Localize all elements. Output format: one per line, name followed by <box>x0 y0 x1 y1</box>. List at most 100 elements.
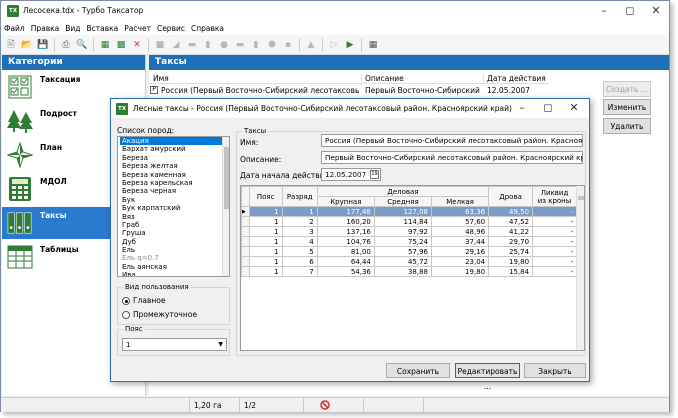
cell-rank[interactable]: 1 <box>281 206 318 217</box>
species-item[interactable]: Ель аянская <box>120 263 223 271</box>
cell-small[interactable]: 23,04 <box>430 256 490 267</box>
dialog-close-icon[interactable]: ✕ <box>561 99 587 117</box>
shape-rect-icon[interactable]: ▬ <box>185 38 199 52</box>
name-field[interactable]: Россия (Первый Восточно-Сибирский лесота… <box>321 134 583 147</box>
cell-belt[interactable]: 1 <box>248 246 283 257</box>
menu-file[interactable]: Файл <box>1 24 28 33</box>
scroll-thumb[interactable] <box>224 147 229 209</box>
species-item[interactable]: Береза карельская <box>120 179 223 187</box>
cell-small[interactable]: 29,16 <box>430 246 490 257</box>
cell-belt[interactable]: 1 <box>248 236 283 247</box>
cell-small[interactable]: 57,60 <box>430 216 490 227</box>
cell-fuel[interactable]: 41,22 <box>488 226 534 237</box>
cell-liquid[interactable]: - <box>532 236 577 247</box>
close-icon[interactable]: ✕ <box>643 2 669 20</box>
header-belt[interactable]: Пояс <box>248 186 283 207</box>
table-row[interactable]: 1 5 81,00 57,96 29,16 25,74- <box>241 246 577 257</box>
delete-button[interactable]: Удалить <box>603 118 651 134</box>
table-row[interactable]: 1 4 104,76 75,24 37,44 29,70- <box>241 236 577 247</box>
scroll-thumb[interactable] <box>578 196 584 200</box>
cell-liquid[interactable]: - <box>532 266 577 277</box>
print-preview-icon[interactable]: 🔍 <box>75 38 89 52</box>
header-liquid[interactable]: Ликвид из кроны <box>532 186 577 207</box>
cell-small[interactable]: 48,96 <box>430 226 490 237</box>
shape-block-icon[interactable]: ▮ <box>201 38 215 52</box>
cell-medium[interactable]: 75,24 <box>373 236 432 247</box>
cell-belt[interactable]: 1 <box>248 256 283 267</box>
table-row[interactable]: P Россия (Первый Восточно-Сибирский лесо… <box>149 85 549 96</box>
add-record-icon[interactable]: ▦ <box>98 38 112 52</box>
menu-view[interactable]: Вид <box>62 24 83 33</box>
cell-large[interactable]: 137,16 <box>316 226 375 237</box>
cell-small[interactable]: 19,80 <box>430 266 490 277</box>
cell-fuel[interactable]: 29,70 <box>488 236 534 247</box>
column-description[interactable]: Описание <box>365 74 404 83</box>
cell-rank[interactable]: 5 <box>281 246 318 257</box>
usage-option-main[interactable]: Главное <box>122 296 166 305</box>
minimize-icon[interactable]: – <box>591 2 617 20</box>
cell-fuel[interactable]: 15,84 <box>488 266 534 277</box>
table-row[interactable]: 1 3 137,16 97,92 48,96 41,22- <box>241 226 577 237</box>
tree-icon[interactable]: ▲ <box>304 38 318 52</box>
table-row[interactable]: ▶ 1 1 177,48 127,08 63,36 49,50- <box>241 206 577 217</box>
menu-calc[interactable]: Расчет <box>121 24 154 33</box>
description-field[interactable]: Первый Восточно-Сибирский лесотаксовый р… <box>321 151 583 164</box>
shape-wide-icon[interactable]: ▬ <box>233 38 247 52</box>
calculator-tool-icon[interactable]: ▦ <box>366 38 380 52</box>
cell-belt[interactable]: 1 <box>248 216 283 227</box>
cell-fuel[interactable]: 25,74 <box>488 246 534 257</box>
species-item[interactable]: Ель <box>120 246 223 254</box>
create-button[interactable]: Создать ... <box>603 81 651 97</box>
copy-record-icon[interactable]: ▩ <box>114 38 128 52</box>
cell-rank[interactable]: 3 <box>281 226 318 237</box>
cell-belt[interactable]: 1 <box>248 206 283 217</box>
cell-medium[interactable]: 57,96 <box>373 246 432 257</box>
header-business[interactable]: Деловая <box>316 186 490 197</box>
delete-icon[interactable]: ✕ <box>130 38 144 52</box>
header-fuel[interactable]: Дрова <box>488 186 534 207</box>
new-file-icon[interactable]: 🗎 <box>4 38 18 52</box>
cell-rank[interactable]: 4 <box>281 236 318 247</box>
cell-fuel[interactable]: 47,52 <box>488 216 534 227</box>
run-icon[interactable]: ▶ <box>343 38 357 52</box>
species-scrollbar[interactable] <box>222 137 229 276</box>
shape-circle-icon[interactable]: ● <box>217 38 231 52</box>
edit-button[interactable]: Изменить ... <box>603 99 651 127</box>
species-item[interactable]: Береза желтая <box>120 162 223 170</box>
menu-help[interactable]: Справка <box>188 24 227 33</box>
header-medium[interactable]: Средняя <box>373 196 432 207</box>
start-date-field[interactable]: 12.05.2007 19 <box>321 168 381 181</box>
cell-large[interactable]: 104,76 <box>316 236 375 247</box>
dialog-minimize-icon[interactable]: – <box>509 99 535 117</box>
column-date[interactable]: Дата действия <box>487 74 546 83</box>
cell-fuel[interactable]: 19,80 <box>488 256 534 267</box>
species-item[interactable]: Груша <box>120 229 223 237</box>
cell-liquid[interactable]: - <box>532 226 577 237</box>
cell-small[interactable]: 37,44 <box>430 236 490 247</box>
species-item[interactable]: Бук <box>120 196 223 204</box>
menu-service[interactable]: Сервис <box>154 24 188 33</box>
save-button[interactable]: Сохранить <box>386 363 450 378</box>
species-item[interactable]: Береза каменная <box>120 171 223 179</box>
cell-rank[interactable]: 7 <box>281 266 318 277</box>
cell-medium[interactable]: 97,92 <box>373 226 432 237</box>
table-row[interactable]: 1 2 160,20 114,84 57,60 47,52- <box>241 216 577 227</box>
species-item[interactable]: Ива <box>120 271 223 276</box>
species-item[interactable]: Дуб <box>120 238 223 246</box>
taxes-grid[interactable]: Пояс Разряд Деловая Дрова Ликвид из крон… <box>240 185 585 351</box>
shape-corner-icon[interactable]: ◢ <box>169 38 183 52</box>
cell-liquid[interactable]: - <box>532 206 577 217</box>
species-item[interactable]: Бархат амурский <box>120 145 223 153</box>
column-name[interactable]: Имя <box>153 74 169 83</box>
species-item[interactable]: Бук карпатский <box>120 204 223 212</box>
usage-option-intermediate[interactable]: Промежуточное <box>122 310 197 319</box>
cell-medium[interactable]: 127,08 <box>373 206 432 217</box>
shape-small-icon[interactable]: ▪ <box>281 38 295 52</box>
step-icon[interactable]: ▷ <box>327 38 341 52</box>
open-folder-icon[interactable]: 📂 <box>20 38 34 52</box>
cell-liquid[interactable]: - <box>532 246 577 257</box>
species-item[interactable]: Ель q=0.7 <box>120 254 223 262</box>
cell-small[interactable]: 63,36 <box>430 206 490 217</box>
cell-large[interactable]: 54,36 <box>316 266 375 277</box>
species-item[interactable]: Акация <box>120 137 223 146</box>
